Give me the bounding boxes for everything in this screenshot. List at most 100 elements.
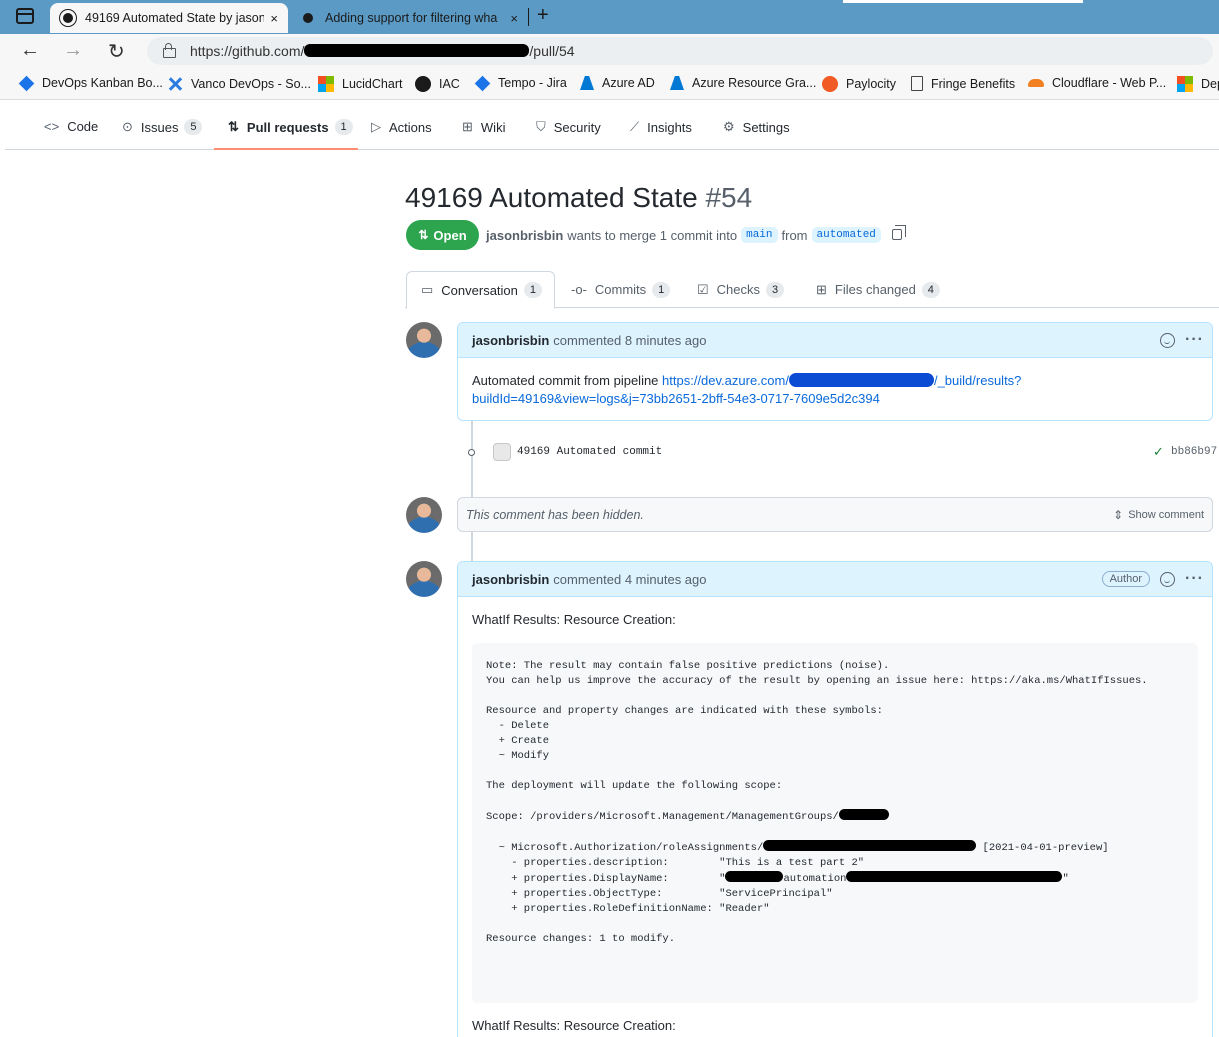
tab-count: 1 — [523, 282, 542, 298]
repo-nav-security[interactable]: ⛉ Security — [536, 119, 601, 135]
confluence-icon — [167, 76, 183, 92]
bookmark-vanco-devops[interactable]: Vanco DevOps - So... — [167, 76, 311, 92]
tab-close-icon[interactable]: × — [510, 11, 518, 26]
forward-icon[interactable]: → — [63, 39, 83, 62]
comment-author[interactable]: jasonbrisbin — [472, 572, 549, 587]
checklist-icon: ☑ — [697, 281, 709, 297]
book-icon: ⊞ — [462, 119, 473, 134]
browser-toolbar: ← → ↻ https://github.com//pull/54 — [0, 34, 1219, 68]
azure-devops-icon — [18, 75, 35, 91]
new-tab-icon[interactable]: + — [537, 4, 549, 27]
code-block: Note: The result may contain false posit… — [472, 643, 1198, 1003]
pr-meta: jasonbrisbin wants to merge 1 commit int… — [486, 224, 906, 243]
pr-author-link[interactable]: jasonbrisbin — [486, 228, 563, 243]
redacted-block — [763, 840, 977, 851]
back-icon[interactable]: ← — [20, 39, 40, 62]
kebab-menu-icon[interactable]: ··· — [1185, 570, 1204, 588]
comment-author[interactable]: jasonbrisbin — [472, 333, 549, 348]
bookmark-lucidchart[interactable]: LucidChart — [318, 76, 402, 92]
selected-tab-underline — [214, 148, 358, 150]
base-branch[interactable]: main — [741, 227, 778, 243]
pull-requests-count: 1 — [334, 119, 353, 135]
browser-tab-active[interactable]: 49169 Automated State by jason × — [50, 3, 288, 33]
azure-icon — [580, 76, 594, 90]
kebab-menu-icon[interactable]: ··· — [1185, 331, 1204, 349]
commit-row: 49169 Automated commit ✓ bb86b97 — [463, 443, 1217, 463]
hidden-comment: This comment has been hidden. ⇕ Show comm… — [457, 497, 1213, 532]
comment-timestamp[interactable]: commented 4 minutes ago — [553, 572, 706, 587]
pr-number: #54 — [705, 182, 753, 213]
show-comment-button[interactable]: ⇕ Show comment — [1113, 508, 1204, 522]
repo-nav-settings[interactable]: ⚙ Settings — [723, 119, 790, 135]
code-icon: <> — [44, 119, 60, 134]
tab-count: 4 — [921, 281, 940, 298]
avatar[interactable] — [406, 561, 442, 597]
tab-checks[interactable]: ☑ Checks 3 — [683, 271, 798, 308]
repo-nav-wiki[interactable]: ⊞ Wiki — [462, 119, 505, 135]
comment: jasonbrisbin commented 8 minutes ago ···… — [457, 322, 1213, 421]
comment-timestamp[interactable]: commented 8 minutes ago — [553, 333, 706, 348]
page-title: 49169 Automated State #54 — [405, 182, 752, 214]
microsoft-icon — [318, 76, 334, 92]
document-icon — [911, 76, 923, 91]
bookmark-tempo-jira[interactable]: Tempo - Jira — [474, 75, 567, 91]
hidden-comment-text: This comment has been hidden. — [466, 508, 644, 522]
smiley-icon[interactable] — [1160, 571, 1176, 587]
tab-count: 1 — [652, 281, 671, 298]
address-bar[interactable]: https://github.com//pull/54 — [147, 37, 1213, 65]
github-favicon-icon — [60, 10, 76, 26]
from-text: from — [781, 227, 808, 243]
bookmark-cloudflare[interactable]: Cloudflare - Web P... — [1028, 76, 1166, 90]
browser-tab[interactable]: Adding support for filtering wha × — [290, 3, 528, 33]
reload-icon[interactable]: ↻ — [108, 39, 125, 64]
paylocity-icon — [822, 76, 838, 92]
avatar[interactable] — [406, 322, 442, 358]
tab-commits[interactable]: -o- Commits 1 — [557, 271, 684, 308]
check-icon[interactable]: ✓ — [1153, 444, 1164, 460]
tab-actions-icon[interactable] — [16, 8, 34, 24]
repo-nav-issues[interactable]: ⊙ Issues 5 — [122, 119, 203, 135]
redacted-block — [838, 809, 889, 820]
lock-icon[interactable] — [163, 43, 176, 58]
pull-request-icon: ⇅ — [418, 228, 429, 242]
play-icon: ▷ — [371, 119, 381, 134]
comment-icon: ▭ — [421, 282, 434, 297]
tab-conversation[interactable]: ▭ Conversation 1 — [406, 271, 555, 309]
copy-icon[interactable] — [891, 224, 906, 240]
pr-title-text: 49169 Automated State — [405, 182, 698, 213]
head-branch[interactable]: automated — [811, 227, 881, 243]
tab-files-changed[interactable]: ⊞ Files changed 4 — [802, 271, 954, 308]
bookmark-azure-resource-graph[interactable]: Azure Resource Gra... — [670, 76, 816, 90]
tab-count: 3 — [766, 281, 785, 298]
commit-message[interactable]: 49169 Automated commit — [517, 446, 662, 458]
comment-body: Automated commit from pipeline https://d… — [458, 358, 1212, 420]
repo-nav-insights[interactable]: ⟋ Insights — [630, 119, 692, 135]
browser-tab-strip: 49169 Automated State by jason × Adding … — [0, 0, 1219, 34]
merge-text: wants to merge 1 commit into — [567, 227, 738, 243]
tab-title: Adding support for filtering wha — [325, 11, 498, 25]
status-badge: ⇅ Open — [406, 220, 479, 250]
repo-nav-pull-requests[interactable]: ⇅ Pull requests 1 — [228, 119, 353, 135]
bookmark-azure-ad[interactable]: Azure AD — [580, 76, 655, 90]
avatar[interactable] — [406, 497, 442, 533]
bookmark-devops-kanban[interactable]: DevOps Kanban Bo... — [18, 75, 163, 91]
bookmark-iac[interactable]: IAC — [415, 76, 460, 92]
comment-heading: WhatIf Results: Resource Creation: — [472, 612, 676, 627]
repo-nav-code[interactable]: <> Code — [44, 119, 98, 134]
tab-close-icon[interactable]: × — [270, 11, 278, 26]
commit-sha[interactable]: bb86b97 — [1171, 446, 1217, 458]
comment-text: Automated commit from pipeline — [472, 373, 663, 388]
repo-nav-actions[interactable]: ▷ Actions — [371, 119, 432, 135]
commit-icon — [463, 449, 480, 457]
microsoft-icon — [1177, 76, 1193, 92]
azure-icon — [670, 76, 684, 90]
bookmark-fringe-benefits[interactable]: Fringe Benefits — [911, 76, 1015, 91]
smiley-icon[interactable] — [1160, 332, 1176, 348]
bookmark-dep[interactable]: Dep — [1177, 76, 1219, 92]
redacted-block — [725, 871, 784, 882]
github-favicon-icon — [300, 10, 316, 26]
commit-avatar[interactable] — [493, 443, 511, 461]
jira-icon — [474, 75, 491, 91]
url-text[interactable]: https://github.com//pull/54 — [190, 43, 575, 59]
bookmark-paylocity[interactable]: Paylocity — [822, 76, 896, 92]
